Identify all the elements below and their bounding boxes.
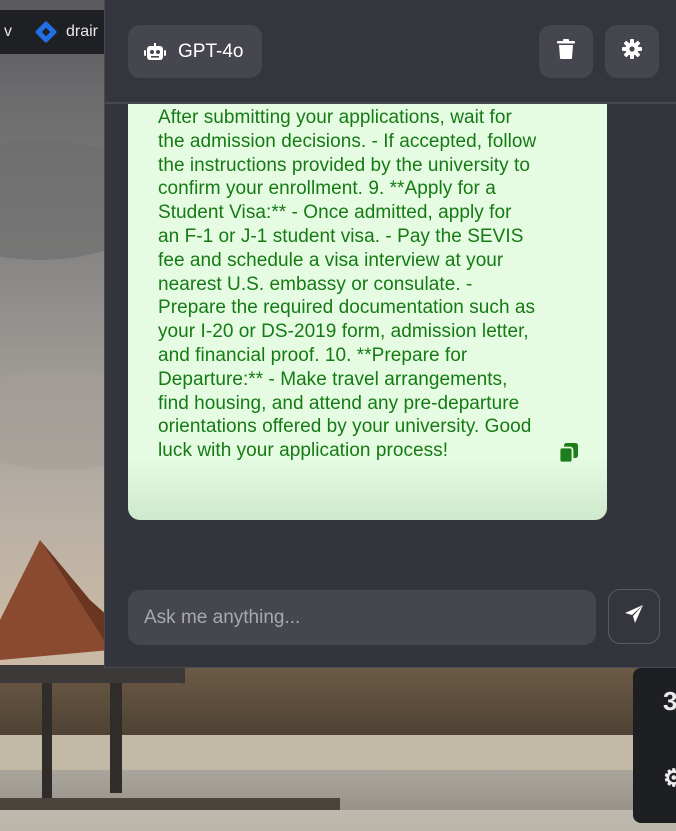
send-button[interactable] xyxy=(608,589,660,644)
side-dock: 3 ⚙ xyxy=(633,668,676,823)
gear-icon xyxy=(622,39,642,64)
bookmarks-bar: v drair xyxy=(0,10,110,54)
copy-icon[interactable] xyxy=(558,442,580,464)
settings-button[interactable] xyxy=(605,25,659,78)
message-list[interactable]: After submitting your applications, wait… xyxy=(105,104,676,574)
trash-icon xyxy=(557,39,575,64)
model-label: GPT-4o xyxy=(178,40,244,62)
send-icon xyxy=(624,604,644,629)
chat-panel: GPT-4o After submitting your application… xyxy=(104,0,676,668)
assistant-message-text: After submitting your applications, wait… xyxy=(158,107,537,462)
chat-input[interactable] xyxy=(128,590,596,645)
model-selector-button[interactable]: GPT-4o xyxy=(128,25,262,78)
blue-diamond-icon xyxy=(34,20,58,44)
assistant-message-bubble: After submitting your applications, wait… xyxy=(128,104,607,520)
clear-chat-button[interactable] xyxy=(539,25,593,78)
bookmark-item[interactable]: drair xyxy=(66,23,98,41)
dock-item[interactable]: 3 xyxy=(663,686,676,717)
bookmark-item[interactable]: v xyxy=(4,23,12,41)
robot-icon xyxy=(144,42,166,61)
dock-gear-icon[interactable]: ⚙ xyxy=(663,764,676,793)
chat-header: GPT-4o xyxy=(105,0,676,104)
